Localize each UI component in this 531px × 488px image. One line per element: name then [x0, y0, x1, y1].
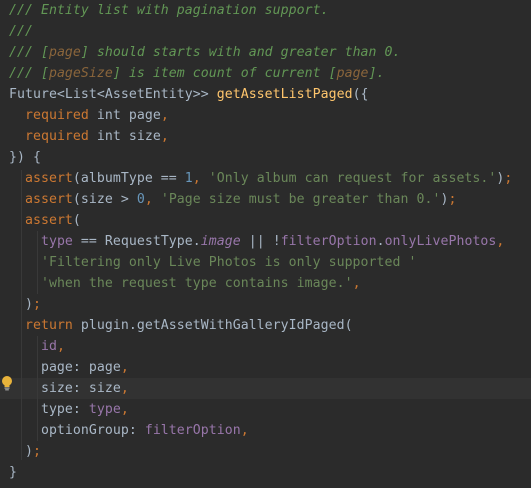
- code-token: optionGroup:: [9, 423, 145, 438]
- code-token: filterOption: [144, 423, 241, 438]
- indent-guide: [21, 170, 22, 460]
- code-token: ,: [120, 360, 129, 375]
- code-token: 'Only album can request for assets.': [208, 171, 497, 186]
- code-line[interactable]: required int size,: [9, 126, 531, 147]
- code-line[interactable]: id,: [9, 336, 531, 357]
- code-line[interactable]: 'Filtering only Live Photos is only supp…: [9, 252, 531, 273]
- code-token: || !: [240, 234, 281, 249]
- code-line[interactable]: optionGroup: filterOption,: [9, 420, 531, 441]
- code-token: 0: [136, 192, 145, 207]
- code-token: ;: [32, 444, 41, 459]
- code-token: assert: [24, 213, 73, 228]
- code-token: ;: [504, 171, 513, 186]
- code-line[interactable]: );: [9, 294, 531, 315]
- code-token: ,: [144, 192, 161, 207]
- code-token: pageSize: [48, 66, 113, 81]
- code-token: page: [48, 45, 81, 60]
- code-line[interactable]: type: type,: [9, 399, 531, 420]
- code-line[interactable]: }) {: [9, 147, 531, 168]
- code-token: (albumType ==: [72, 171, 185, 186]
- code-token: ,: [120, 402, 129, 417]
- code-token: ,: [160, 129, 169, 144]
- code-token: ] should starts with and greater than 0.: [80, 45, 401, 60]
- code-token: Future<List<AssetEntity>>: [9, 87, 217, 102]
- code-token: ;: [448, 192, 457, 207]
- code-token: assert: [24, 171, 73, 186]
- code-token: 'Filtering only Live Photos is only supp…: [40, 255, 417, 270]
- code-token: int page: [88, 108, 161, 123]
- code-line[interactable]: /// [pageSize] is item count of current …: [9, 63, 531, 84]
- code-token: id: [40, 339, 57, 354]
- code-token: type: [88, 402, 121, 417]
- code-token: ,: [240, 423, 249, 438]
- code-token: /// [: [9, 45, 49, 60]
- code-line[interactable]: /// [page] should starts with and greate…: [9, 42, 531, 63]
- code-line[interactable]: page: page,: [9, 357, 531, 378]
- code-token: ({: [352, 87, 369, 102]
- code-token: ,: [192, 171, 209, 186]
- code-line[interactable]: type == RequestType.image || !filterOpti…: [9, 231, 531, 252]
- code-line[interactable]: }: [9, 462, 531, 483]
- code-token: int size: [88, 129, 161, 144]
- code-token: ,: [160, 108, 169, 123]
- code-line[interactable]: 'when the request type contains image.',: [9, 273, 531, 294]
- code-token: 'Page size must be greater than 0.': [160, 192, 441, 207]
- code-token: required: [24, 108, 89, 123]
- code-token: page: page: [9, 360, 121, 375]
- code-line[interactable]: /// Entity list with pagination support.: [9, 0, 531, 21]
- lightbulb-glyph: [2, 376, 12, 391]
- code-token: assert: [24, 192, 73, 207]
- code-token: /// [: [9, 66, 49, 81]
- code-token: (size >: [72, 192, 137, 207]
- code-token: ,: [120, 381, 129, 396]
- lightbulb-icon[interactable]: [1, 375, 13, 391]
- code-token: (: [72, 213, 81, 228]
- code-token: ///: [9, 24, 33, 39]
- code-line[interactable]: ///: [9, 21, 531, 42]
- code-token: ].: [368, 66, 385, 81]
- code-token: ,: [56, 339, 65, 354]
- code-token: ] is item count of current [: [112, 66, 337, 81]
- code-token: image: [200, 234, 241, 249]
- code-line[interactable]: assert(: [9, 210, 531, 231]
- code-line[interactable]: return plugin.getAssetWithGalleryIdPaged…: [9, 315, 531, 336]
- code-token: onlyLivePhotos: [384, 234, 497, 249]
- code-token: size: size: [9, 381, 121, 396]
- code-editor[interactable]: /// Entity list with pagination support.…: [0, 0, 531, 488]
- code-line[interactable]: required int page,: [9, 105, 531, 126]
- indent-guide: [37, 336, 38, 441]
- code-token: filterOption: [280, 234, 377, 249]
- code-token: }: [9, 465, 17, 480]
- code-token: /// Entity list with pagination support.: [9, 3, 329, 18]
- code-line[interactable]: Future<List<AssetEntity>> getAssetListPa…: [9, 84, 531, 105]
- indent-guide: [37, 231, 38, 294]
- code-token: ,: [496, 234, 505, 249]
- code-token: getAssetListPaged: [216, 87, 353, 102]
- code-line[interactable]: assert(size > 0, 'Page size must be grea…: [9, 189, 531, 210]
- code-token: == RequestType.: [72, 234, 201, 249]
- code-token: return: [24, 318, 73, 333]
- code-token: page: [336, 66, 369, 81]
- code-token: .: [376, 234, 385, 249]
- code-token: type: [40, 234, 73, 249]
- code-token: required: [24, 129, 89, 144]
- code-token: ,: [352, 276, 361, 291]
- code-line[interactable]: assert(albumType == 1, 'Only album can r…: [9, 168, 531, 189]
- code-line[interactable]: );: [9, 441, 531, 462]
- code-token: ;: [32, 297, 41, 312]
- editor-gutter: [0, 0, 8, 488]
- code-line[interactable]: size: size,: [0, 378, 531, 399]
- code-token: 'when the request type contains image.': [40, 276, 353, 291]
- code-token: 1: [184, 171, 193, 186]
- code-token: }) {: [9, 150, 41, 165]
- code-token: plugin.getAssetWithGalleryIdPaged(: [72, 318, 353, 333]
